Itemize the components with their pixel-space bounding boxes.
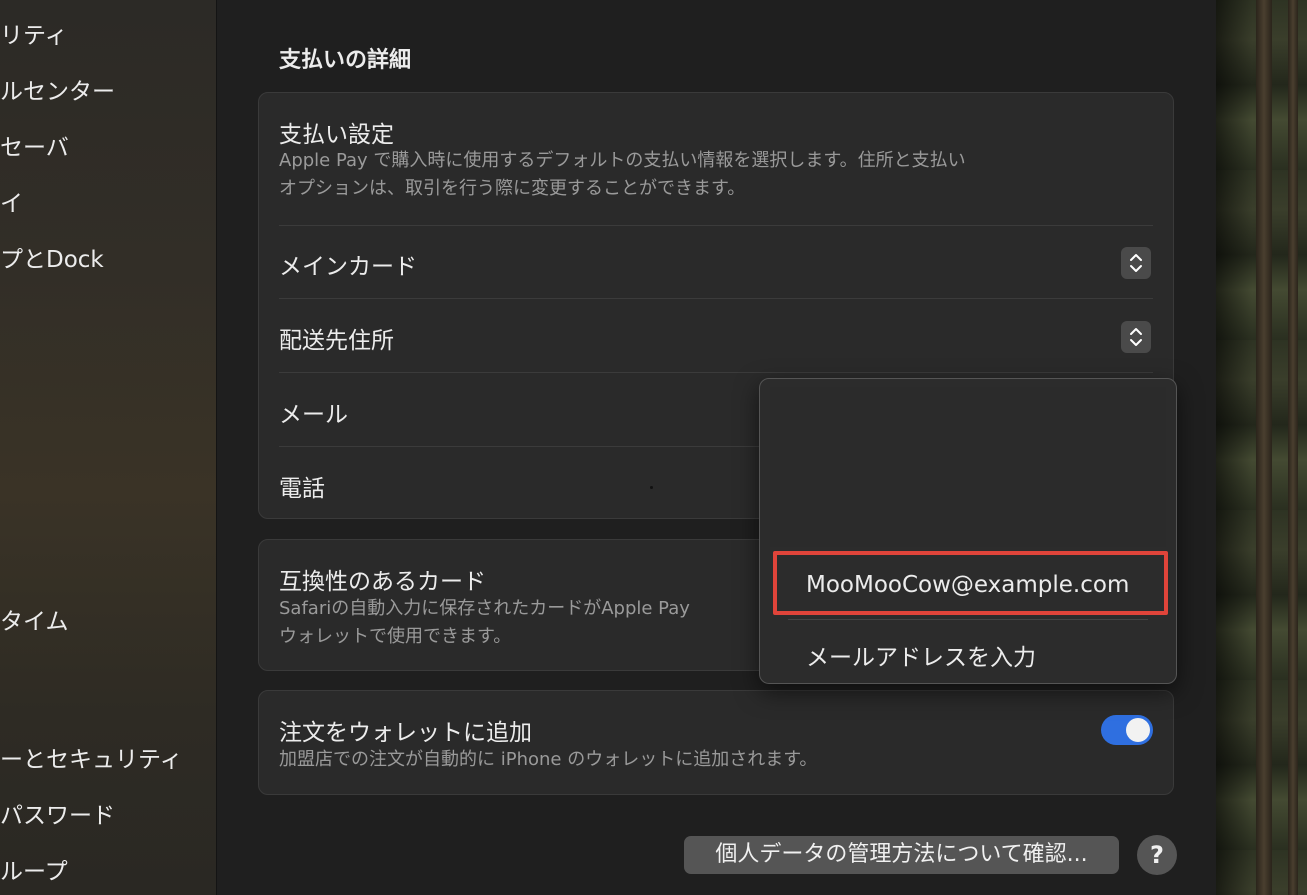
sidebar-item-desktop-dock[interactable]: プとDock xyxy=(0,240,104,274)
toggle-knob xyxy=(1126,718,1150,742)
main-card-popup-button[interactable] xyxy=(1121,247,1151,279)
sidebar-item-display[interactable]: イ xyxy=(0,184,23,218)
desktop-wallpaper xyxy=(1216,0,1307,895)
shipping-address-label: 配送先住所 xyxy=(279,328,394,354)
sidebar-item-groups[interactable]: ループ xyxy=(0,852,68,886)
privacy-info-button[interactable]: 個人データの管理方法について確認... xyxy=(684,836,1119,874)
phone-value-dot xyxy=(650,486,653,489)
main-card-label: メインカード xyxy=(279,254,417,280)
compatible-cards-desc-2: ウォレットで使用できます。 xyxy=(279,626,512,647)
wallet-orders-toggle[interactable] xyxy=(1101,715,1153,745)
section-title: 支払いの詳細 xyxy=(279,48,412,73)
sidebar-item-screen-saver[interactable]: セーバ xyxy=(0,128,69,162)
popup-blank-area xyxy=(770,387,1166,547)
help-button[interactable]: ? xyxy=(1137,835,1177,875)
email-label: メール xyxy=(279,402,348,428)
tree-trunk xyxy=(1288,0,1298,895)
shipping-address-popup-button[interactable] xyxy=(1121,321,1151,353)
divider xyxy=(279,298,1153,299)
sidebar-item-screen-time[interactable]: タイム xyxy=(0,602,69,636)
email-option-moomoocow[interactable]: MooMooCow@example.com xyxy=(806,572,1129,598)
wallet-orders-title: 注文をウォレットに追加 xyxy=(279,720,532,746)
divider xyxy=(279,372,1153,373)
chevron-up-down-icon xyxy=(1130,254,1142,272)
wallet-orders-desc: 加盟店での注文が自動的に iPhone のウォレットに追加されます。 xyxy=(279,749,818,770)
payment-settings-desc-2: オプションは、取引を行う際に変更することができます。 xyxy=(279,178,746,199)
sidebar-item-control-center[interactable]: ルセンター xyxy=(0,72,115,106)
compatible-cards-desc-1: Safariの自動入力に保存されたカードがApple Pay xyxy=(279,598,690,619)
wallet-orders-group: 注文をウォレットに追加 加盟店での注文が自動的に iPhone のウォレットに追… xyxy=(258,690,1174,795)
compatible-cards-title: 互換性のあるカード xyxy=(279,569,486,595)
sidebar-item-accessibility[interactable]: リティ xyxy=(0,16,68,50)
payment-settings-desc-1: Apple Pay で購入時に使用するデフォルトの支払い情報を選択します。住所と… xyxy=(279,150,966,171)
divider xyxy=(279,225,1153,226)
chevron-up-down-icon xyxy=(1130,328,1142,346)
email-popup-menu: MooMooCow@example.com メールアドレスを入力 xyxy=(759,378,1177,684)
sidebar: リティ ルセンター セーバ イ プとDock タイム ーとセキュリティ パスワー… xyxy=(0,0,217,895)
tree-trunk xyxy=(1256,0,1272,895)
sidebar-item-privacy-security[interactable]: ーとセキュリティ xyxy=(0,740,183,774)
payment-settings-title: 支払い設定 xyxy=(279,122,394,148)
phone-label: 電話 xyxy=(279,476,325,502)
sidebar-item-passwords[interactable]: パスワード xyxy=(0,796,115,830)
popup-separator xyxy=(788,619,1148,620)
email-option-enter-address[interactable]: メールアドレスを入力 xyxy=(806,638,1036,672)
